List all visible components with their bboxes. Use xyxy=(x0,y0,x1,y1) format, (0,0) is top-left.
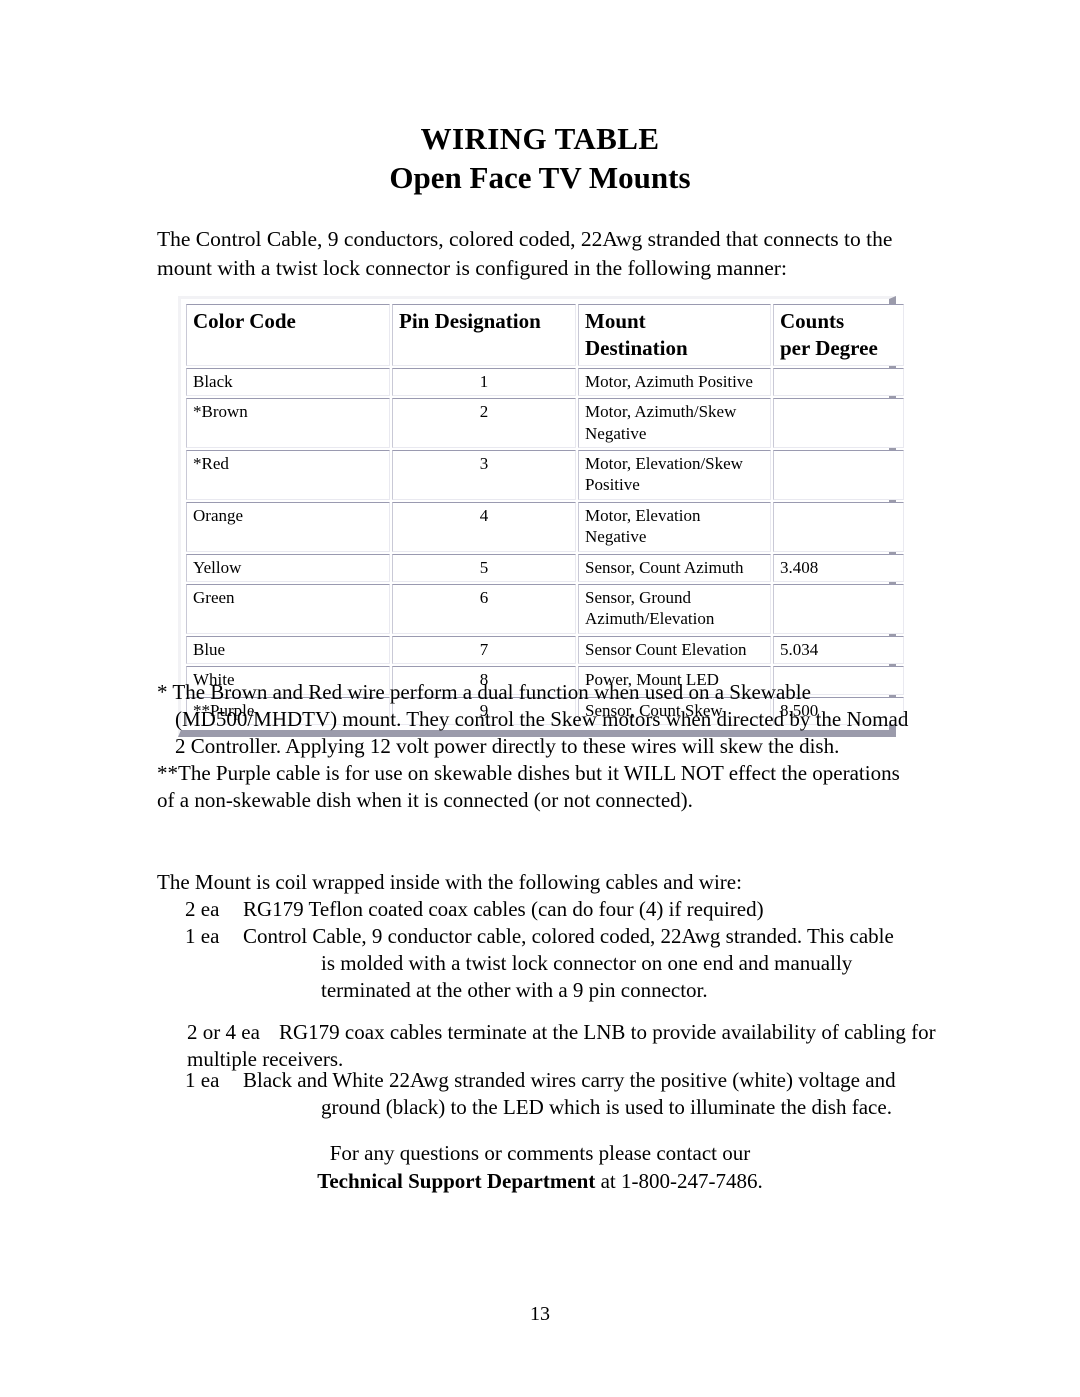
lnb-quantity: 2 or 4 ea xyxy=(187,1020,260,1044)
mount-section: The Mount is coil wrapped inside with th… xyxy=(157,869,937,1004)
lnb-section: 2 or 4 ea RG179 coax cables terminate at … xyxy=(157,1019,937,1073)
cell-color-code: Green xyxy=(186,584,390,634)
cell-destination: Sensor, Count Azimuth xyxy=(578,553,771,582)
item-description-text: Control Cable, 9 conductor cable, colore… xyxy=(243,924,894,949)
header-counts-per-degree: Counts per Degree xyxy=(773,304,904,366)
cell-destination: Motor, Elevation/Skew Positive xyxy=(578,449,771,500)
cell-counts xyxy=(773,501,904,552)
item-description-continuation: ground (black) to the LED which is used … xyxy=(321,1095,892,1120)
cell-pin: 3 xyxy=(392,449,576,500)
cell-pin: 4 xyxy=(392,501,576,552)
cell-counts: 5.034 xyxy=(773,635,904,665)
destination-line1: Sensor, Ground xyxy=(585,588,692,607)
table-row: Blue 7 Sensor Count Elevation 5.034 xyxy=(186,635,904,665)
mount-lead-in: The Mount is coil wrapped inside with th… xyxy=(157,870,742,894)
cell-pin: 1 xyxy=(392,367,576,397)
cell-pin: 6 xyxy=(392,584,576,634)
contact-phone: at 1-800-247-7486. xyxy=(595,1168,763,1193)
contact-line2: Technical Support Department at 1-800-24… xyxy=(0,1168,1080,1196)
item-description: RG179 Teflon coated coax cables (can do … xyxy=(243,897,764,922)
header-counts-line2: per Degree xyxy=(780,335,878,360)
wiring-table: Color Code Pin Designation Mount Destina… xyxy=(184,302,906,727)
cell-color-code: *Red xyxy=(186,449,390,500)
lnb-text: RG179 coax cables terminate at the LNB t… xyxy=(187,1020,936,1072)
header-mount-destination: Mount Destination xyxy=(578,304,771,366)
intro-paragraph: The Control Cable, 9 conductors, colored… xyxy=(157,227,893,280)
cell-destination: Motor, Azimuth Positive xyxy=(578,367,771,397)
contact-block: For any questions or comments please con… xyxy=(0,1140,1080,1196)
cell-pin: 7 xyxy=(392,635,576,665)
table-row: Black 1 Motor, Azimuth Positive xyxy=(186,367,904,397)
cell-color-code: Black xyxy=(186,367,390,397)
item-description-text: Black and White 22Awg stranded wires car… xyxy=(243,1068,896,1092)
cell-color-code: Orange xyxy=(186,501,390,552)
table-row: Yellow 5 Sensor, Count Azimuth 3.408 xyxy=(186,553,904,582)
destination-line1: Motor, Elevation xyxy=(585,505,701,525)
item-description: Black and White 22Awg stranded wires car… xyxy=(243,1067,947,1121)
footnote-double-star: **The Purple cable is for use on skewabl… xyxy=(157,760,900,812)
title-subtitle: Open Face TV Mounts xyxy=(389,159,691,195)
destination-line1: Motor, Elevation/Skew xyxy=(585,453,743,473)
destination-line2: Positive xyxy=(585,475,640,495)
cell-counts xyxy=(773,398,904,448)
cell-color-code: *Brown xyxy=(186,398,390,448)
title-main: WIRING TABLE xyxy=(420,121,660,156)
page-number: 13 xyxy=(530,1303,550,1325)
header-counts-line1: Counts xyxy=(780,309,845,333)
cell-pin: 5 xyxy=(392,553,576,582)
destination-line1: Motor, Azimuth/Skew xyxy=(585,402,737,422)
cell-pin: 2 xyxy=(392,398,576,448)
header-pin-designation: Pin Designation xyxy=(392,304,576,366)
header-mount-destination-line2: Destination xyxy=(585,335,688,360)
table-row: Orange 4 Motor, Elevation Negative xyxy=(186,501,904,552)
destination-line1: Motor, Azimuth Positive xyxy=(585,371,753,391)
footnote-single-star: * The Brown and Red wire perform a dual … xyxy=(157,680,909,758)
cell-destination: Motor, Elevation Negative xyxy=(578,501,771,552)
cell-counts xyxy=(773,367,904,397)
cell-color-code: Yellow xyxy=(186,553,390,582)
header-color-code: Color Code xyxy=(186,304,390,366)
header-mount-destination-line1: Mount xyxy=(585,309,646,333)
contact-line1: For any questions or comments please con… xyxy=(329,1141,751,1165)
document-page: WIRING TABLE Open Face TV Mounts The Con… xyxy=(0,0,1080,1397)
destination-line1: Sensor Count Elevation xyxy=(585,639,747,659)
list-item: 2 ea RG179 Teflon coated coax cables (ca… xyxy=(157,896,937,923)
item-quantity: 1 ea xyxy=(185,1068,220,1092)
table-row: Green 6 Sensor, Ground Azimuth/Elevation xyxy=(186,584,904,634)
item-quantity: 1 ea xyxy=(185,924,220,949)
led-section: 1 ea Black and White 22Awg stranded wire… xyxy=(157,1067,947,1121)
wiring-table-frame: Color Code Pin Designation Mount Destina… xyxy=(178,296,904,738)
destination-line2: Negative xyxy=(585,527,647,547)
cell-counts: 3.408 xyxy=(773,553,904,582)
cell-destination: Sensor, Ground Azimuth/Elevation xyxy=(578,584,771,634)
table-header-row: Color Code Pin Designation Mount Destina… xyxy=(186,304,904,366)
lnb-paragraph: 2 or 4 ea RG179 coax cables terminate at … xyxy=(157,1019,937,1073)
cell-counts xyxy=(773,449,904,500)
item-description-continuation: is molded with a twist lock connector on… xyxy=(321,951,853,1003)
cell-color-code: Blue xyxy=(186,635,390,665)
cell-destination: Motor, Azimuth/Skew Negative xyxy=(578,398,771,448)
table-row: *Brown 2 Motor, Azimuth/Skew Negative xyxy=(186,398,904,448)
destination-line1: Sensor, Count Azimuth xyxy=(585,557,744,577)
destination-line2: Negative xyxy=(585,423,647,443)
contact-department: Technical Support Department xyxy=(317,1168,596,1193)
list-item: 1 ea Black and White 22Awg stranded wire… xyxy=(157,1067,947,1121)
page-title: WIRING TABLE Open Face TV Mounts xyxy=(0,121,1080,197)
destination-line2: Azimuth/Elevation xyxy=(585,609,715,629)
cell-counts xyxy=(773,584,904,634)
cell-destination: Sensor Count Elevation xyxy=(578,635,771,665)
footnotes: * The Brown and Red wire perform a dual … xyxy=(157,679,917,814)
item-description: Control Cable, 9 conductor cable, colore… xyxy=(243,923,937,1004)
list-item: 1 ea Control Cable, 9 conductor cable, c… xyxy=(157,923,937,1004)
item-quantity: 2 ea xyxy=(185,897,220,922)
table-row: *Red 3 Motor, Elevation/Skew Positive xyxy=(186,449,904,500)
